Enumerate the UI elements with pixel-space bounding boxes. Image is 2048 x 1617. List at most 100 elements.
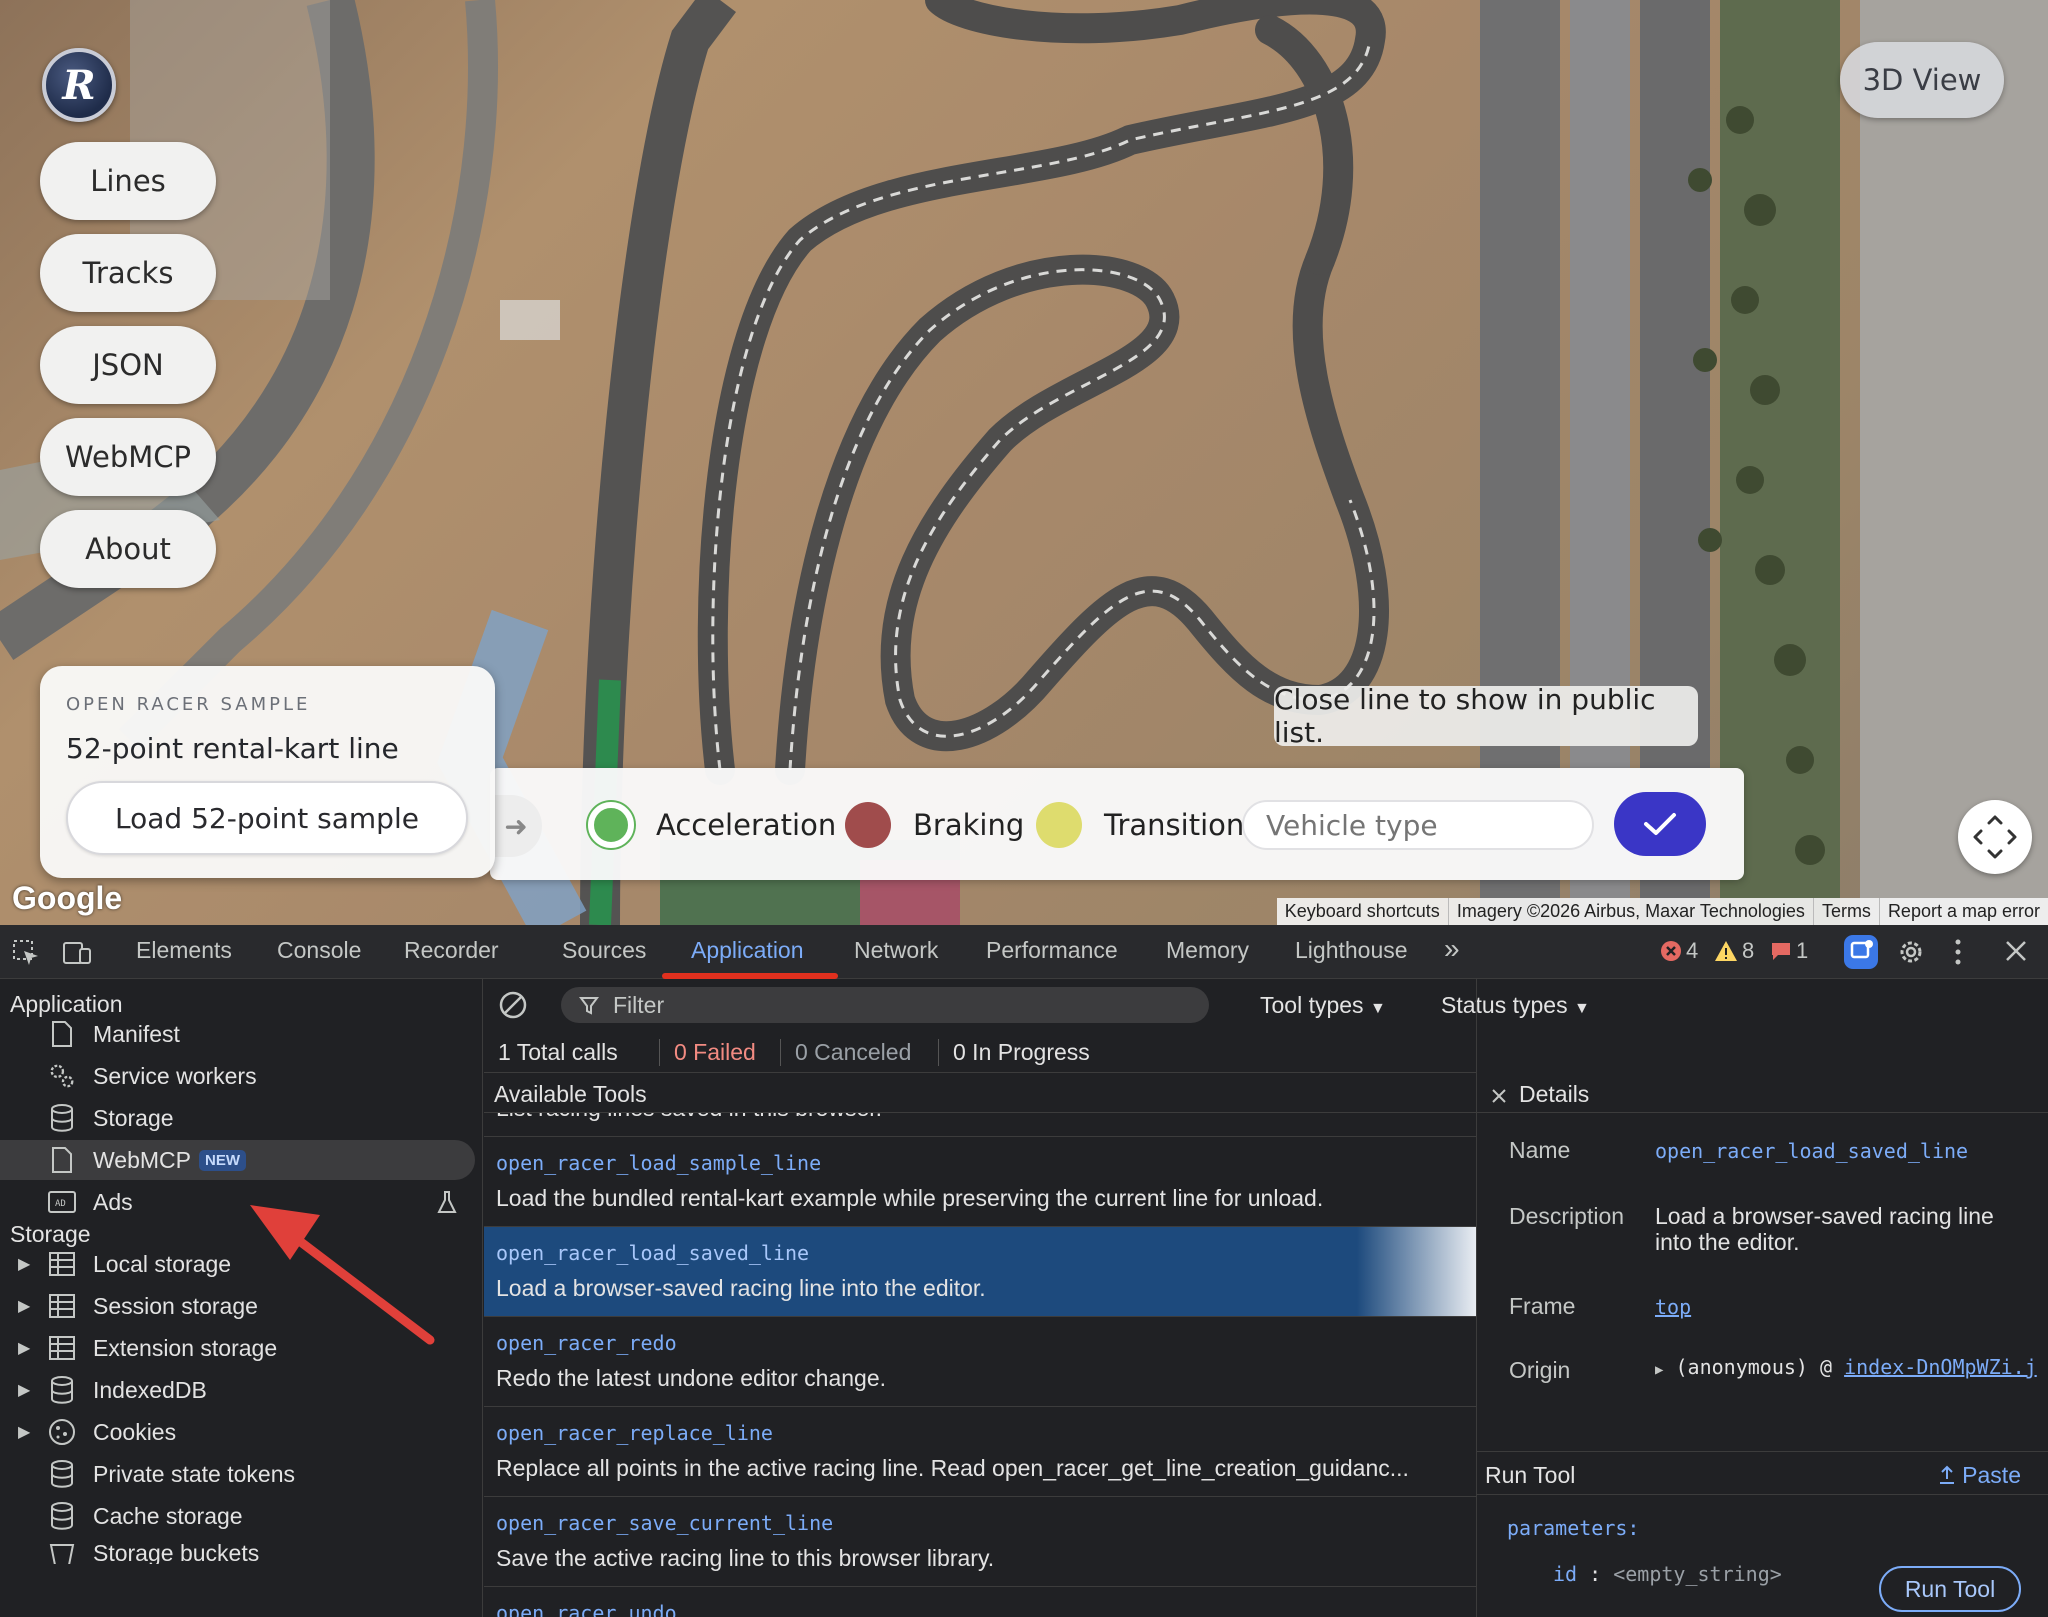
kebab-menu-icon[interactable] (1952, 937, 1964, 967)
nav-tracks-button[interactable]: Tracks (40, 234, 216, 312)
sidebar-item-service-workers[interactable]: Service workers (0, 1056, 475, 1096)
error-icon (1661, 941, 1681, 961)
ad-icon: AD (48, 1188, 76, 1216)
sidebar-item-label: Storage (93, 1104, 174, 1131)
tools-list: List racing lines saved in this browser.… (484, 1113, 1476, 1617)
tool-row[interactable]: open_racer_save_current_line Save the ac… (484, 1497, 1476, 1587)
sidebar-item-label: Session storage (93, 1292, 258, 1319)
sidebar-item-indexeddb[interactable]: ▶ IndexedDB (0, 1370, 475, 1410)
satellite-map[interactable]: R Lines Tracks JSON WebMCP About 3D View… (0, 0, 2048, 925)
param-value-input[interactable]: <empty_string> (1613, 1562, 1782, 1586)
warning-count-label: 8 (1742, 938, 1755, 963)
tool-row-clipped[interactable]: List racing lines saved in this browser. (484, 1113, 1476, 1137)
clear-icon[interactable] (498, 990, 528, 1020)
sidebar-item-session-storage[interactable]: ▶ Session storage (0, 1286, 475, 1326)
tool-row[interactable]: open_racer_replace_line Replace all poin… (484, 1407, 1476, 1497)
tool-name: open_racer_save_current_line (496, 1511, 834, 1535)
tool-row[interactable]: open_racer_undo (484, 1587, 1476, 1617)
frame-link[interactable]: top (1655, 1295, 1691, 1319)
details-title: Details (1519, 1081, 1590, 1107)
tool-row[interactable]: open_racer_redo Redo the latest undone e… (484, 1317, 1476, 1407)
tool-description: Replace all points in the active racing … (496, 1455, 1409, 1481)
sidebar-item-local-storage[interactable]: ▶ Local storage (0, 1244, 475, 1284)
expand-arrow-icon[interactable]: ▶ (18, 1296, 30, 1316)
legend-braking: Braking (845, 800, 1024, 850)
failed-calls[interactable]: 0 Failed (659, 1039, 756, 1066)
imagery-credit: Imagery ©2026 Airbus, Maxar Technologies (1447, 898, 1813, 925)
ai-assistance-icon[interactable] (1844, 935, 1878, 969)
tool-row[interactable]: open_racer_load_sample_line Load the bun… (484, 1137, 1476, 1227)
canceled-calls[interactable]: 0 Canceled (780, 1039, 911, 1066)
close-icon[interactable] (1491, 1088, 1507, 1104)
sidebar-item-extension-storage[interactable]: ▶ Extension storage (0, 1328, 475, 1368)
description-label: Description (1509, 1203, 1625, 1229)
confirm-button[interactable] (1614, 792, 1706, 856)
tab-sources[interactable]: Sources (562, 937, 646, 964)
description-value-line-1: Load a browser-saved racing line (1655, 1203, 1994, 1229)
close-devtools-icon[interactable] (2004, 939, 2028, 963)
tab-network[interactable]: Network (854, 937, 938, 964)
run-tool-button[interactable]: Run Tool (1879, 1566, 2021, 1612)
paste-button[interactable]: Paste (1938, 1462, 2021, 1489)
tool-row-selected[interactable]: open_racer_load_saved_line Load a browse… (484, 1227, 1476, 1317)
tab-recorder[interactable]: Recorder (404, 937, 499, 964)
origin-function: (anonymous) @ (1675, 1355, 1833, 1379)
sidebar-item-private-state-tokens[interactable]: Private state tokens (0, 1454, 475, 1494)
line-legend-bar: ➜ Acceleration Braking Transition (490, 768, 1744, 880)
3d-view-button[interactable]: 3D View (1840, 42, 2004, 118)
inspect-element-icon[interactable] (12, 939, 40, 967)
report-map-error-link[interactable]: Report a map error (1878, 898, 2048, 925)
sidebar-item-cache-storage[interactable]: Cache storage (0, 1496, 475, 1536)
arrow-right-icon[interactable]: ➜ (490, 795, 542, 857)
error-count[interactable]: 4 (1660, 938, 1698, 964)
sidebar-item-storage-buckets[interactable]: Storage buckets (0, 1538, 475, 1564)
expand-arrow-icon[interactable]: ▶ (18, 1254, 30, 1274)
terms-link[interactable]: Terms (1812, 898, 1879, 925)
cookie-icon (48, 1418, 76, 1446)
nav-about-button[interactable]: About (40, 510, 216, 588)
tool-name: open_racer_replace_line (496, 1421, 773, 1445)
expand-arrow-icon[interactable]: ▶ (1655, 1362, 1663, 1378)
device-toolbar-icon[interactable] (62, 939, 92, 967)
filter-input[interactable]: Filter (561, 987, 1209, 1023)
tab-memory[interactable]: Memory (1166, 937, 1249, 964)
tool-description: Save the active racing line to this brow… (496, 1545, 995, 1571)
param-id-row[interactable]: id : <empty_string> (1553, 1562, 1782, 1586)
legend-label: Braking (913, 808, 1025, 842)
sidebar-item-webmcp[interactable]: WebMCP NEW (0, 1140, 475, 1180)
legend-label: Transition (1104, 808, 1245, 842)
legend-label: Acceleration (656, 808, 837, 842)
nav-webmcp-button[interactable]: WebMCP (40, 418, 216, 496)
paste-label: Paste (1962, 1462, 2021, 1488)
logo-letter: R (62, 61, 96, 109)
nav-lines-button[interactable]: Lines (40, 142, 216, 220)
in-progress-calls[interactable]: 0 In Progress (938, 1039, 1090, 1066)
settings-gear-icon[interactable] (1896, 937, 1926, 967)
warning-icon (1715, 941, 1737, 961)
expand-arrow-icon[interactable]: ▶ (18, 1422, 30, 1442)
param-separator: : (1577, 1562, 1614, 1586)
more-tabs-icon[interactable]: » (1444, 933, 1460, 965)
sidebar-item-label: Local storage (93, 1250, 232, 1277)
sidebar-item-ads[interactable]: AD Ads (0, 1182, 475, 1222)
tab-elements[interactable]: Elements (136, 937, 232, 964)
app-logo[interactable]: R (42, 48, 116, 122)
expand-arrow-icon[interactable]: ▶ (18, 1380, 30, 1400)
tab-lighthouse[interactable]: Lighthouse (1295, 937, 1408, 964)
sidebar-item-cookies[interactable]: ▶ Cookies (0, 1412, 475, 1452)
tab-console[interactable]: Console (277, 937, 361, 964)
expand-arrow-icon[interactable]: ▶ (18, 1338, 30, 1358)
sidebar-item-manifest[interactable]: Manifest (0, 1014, 475, 1054)
keyboard-shortcuts-link[interactable]: Keyboard shortcuts (1277, 898, 1448, 925)
recenter-button[interactable] (1958, 800, 2032, 874)
tab-performance[interactable]: Performance (986, 937, 1118, 964)
issue-count[interactable]: 1 (1770, 938, 1808, 964)
tab-application[interactable]: Application (691, 937, 804, 964)
nav-json-button[interactable]: JSON (40, 326, 216, 404)
warning-count[interactable]: 8 (1714, 938, 1754, 964)
load-sample-button[interactable]: Load 52-point sample (66, 781, 468, 855)
sidebar-item-storage[interactable]: Storage (0, 1098, 475, 1138)
tool-types-dropdown[interactable]: Tool types ▼ (1260, 992, 1386, 1019)
origin-source-link[interactable]: index-DnOMpWZi.j (1844, 1355, 2037, 1379)
vehicle-type-input[interactable] (1242, 800, 1594, 850)
